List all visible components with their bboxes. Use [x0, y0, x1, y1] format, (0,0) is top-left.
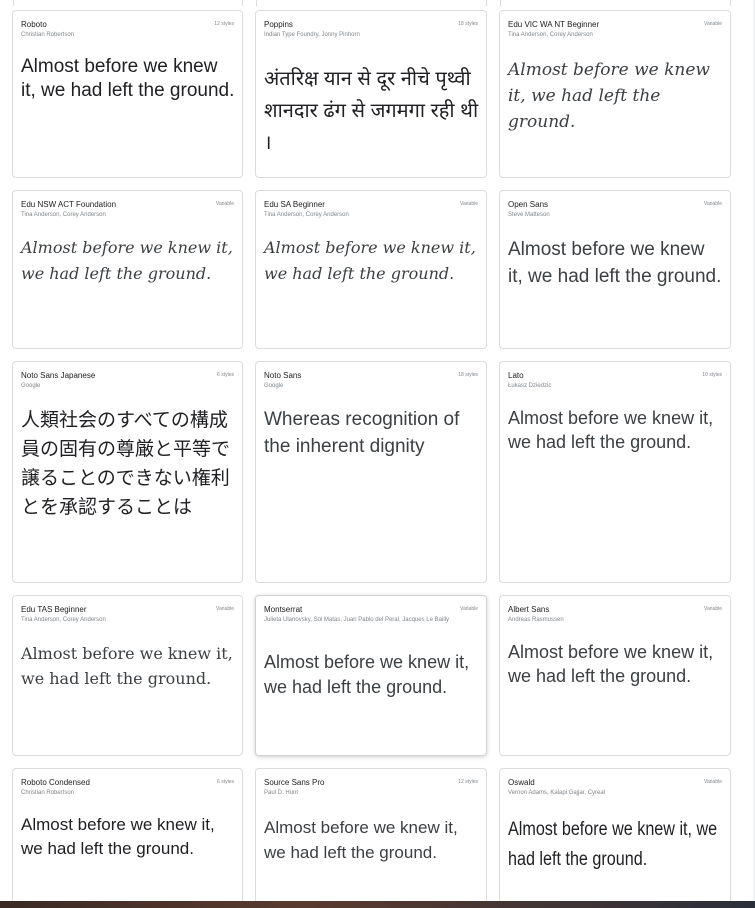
- font-name: Edu VIC WA NT Beginner: [508, 20, 600, 29]
- divider: [486, 0, 487, 6]
- font-sample-text: Almost before we knew it, we had left th…: [264, 652, 470, 697]
- styles-badge: Variable: [704, 201, 722, 207]
- font-sample-text: Almost before we knew it, we had left th…: [21, 238, 233, 283]
- divider: [242, 0, 243, 6]
- font-designer: Julieta Ulanovsky, Sol Matas, Juan Pablo…: [264, 617, 449, 623]
- font-name: Poppins: [264, 20, 293, 29]
- taskbar-edge: [0, 901, 755, 908]
- divider: [500, 0, 501, 6]
- styles-badge: Variable: [460, 201, 478, 207]
- font-card-open-sans[interactable]: Open Sans Steve Matteson Variable Almost…: [499, 190, 731, 349]
- styles-badge: 6 styles: [217, 372, 234, 378]
- font-card-edu-vic-wa-nt-beginner[interactable]: Edu VIC WA NT Beginner Tina Anderson, Co…: [499, 10, 731, 178]
- font-name: Noto Sans Japanese: [21, 371, 96, 380]
- font-name: Oswald: [508, 778, 535, 787]
- styles-badge: Variable: [460, 606, 478, 612]
- font-designer: Tina Anderson, Corey Anderson: [21, 212, 106, 218]
- styles-badge: 18 styles: [458, 21, 478, 27]
- font-designer: Łukasz Dziedzic: [508, 383, 552, 389]
- styles-badge: Variable: [704, 21, 722, 27]
- font-name: Montserrat: [264, 605, 303, 614]
- previous-row-edge: [0, 0, 755, 6]
- font-name: Edu SA Beginner: [264, 200, 325, 209]
- font-designer: Google: [264, 383, 284, 389]
- font-card-roboto-condensed[interactable]: Roboto Condensed Christian Robertson 6 s…: [12, 768, 243, 908]
- font-designer: Tina Anderson, Corey Anderson: [21, 617, 106, 623]
- font-sample-text: Almost before we knew it, we had left th…: [508, 239, 722, 287]
- font-name: Source Sans Pro: [264, 778, 325, 787]
- divider: [730, 0, 731, 6]
- font-name: Edu TAS Beginner: [21, 605, 87, 614]
- styles-badge: 10 styles: [702, 372, 722, 378]
- font-sample-text: Almost before we knew it, we had left th…: [508, 408, 714, 452]
- font-designer: Tina Anderson, Corey Anderson: [508, 32, 593, 38]
- font-sample-text: अंतरिक्ष यान से दूर नीचे पृथ्वी शानदार ढ…: [264, 68, 479, 154]
- font-name: Edu NSW ACT Foundation: [21, 200, 117, 209]
- font-card-lato[interactable]: Lato Łukasz Dziedzic 10 styles Almost be…: [499, 361, 731, 583]
- divider: [13, 0, 14, 6]
- font-sample-text-inner: Almost before we knew it, we had left th…: [508, 819, 718, 870]
- font-card-poppins[interactable]: Poppins Indian Type Foundry, Jonny Pinho…: [255, 10, 487, 178]
- font-designer: Christian Robertson: [21, 32, 75, 38]
- font-designer: Indian Type Foundry, Jonny Pinhorn: [264, 32, 360, 38]
- font-designer: Steve Matteson: [508, 212, 550, 218]
- font-name: Roboto: [21, 20, 47, 29]
- font-card-edu-sa-beginner[interactable]: Edu SA Beginner Tina Anderson, Corey And…: [255, 190, 487, 349]
- font-card-source-sans-pro[interactable]: Source Sans Pro Paul D. Hunt 12 styles A…: [255, 768, 487, 908]
- styles-badge: 12 styles: [214, 21, 234, 27]
- styles-badge: Variable: [216, 606, 234, 612]
- font-card-albert-sans[interactable]: Albert Sans Andreas Rasmussen Variable A…: [499, 595, 731, 756]
- font-sample-text: Almost before we knew it, we had left th…: [21, 815, 215, 858]
- font-designer: Vernon Adams, Kalapi Gajjar, Cyreal: [508, 790, 606, 796]
- font-name: Noto Sans: [264, 371, 302, 380]
- styles-badge: Variable: [704, 779, 722, 785]
- font-card-oswald[interactable]: Oswald Vernon Adams, Kalapi Gajjar, Cyre…: [499, 768, 731, 908]
- font-card-edu-nsw-act-foundation[interactable]: Edu NSW ACT Foundation Tina Anderson, Co…: [12, 190, 243, 349]
- styles-badge: 6 styles: [217, 779, 234, 785]
- font-sample-text: 人類社会のすべての構成員の固有の尊厳と平等で譲ることのできない権利とを承認するこ…: [21, 410, 231, 518]
- font-sample-text: Almost before we knew it, we had left th…: [264, 818, 458, 862]
- font-sample-text: Almost before we knew it, we had left th…: [508, 815, 724, 875]
- font-card-noto-sans[interactable]: Noto Sans Google 18 styles Whereas recog…: [255, 361, 487, 583]
- font-card-edu-tas-beginner[interactable]: Edu TAS Beginner Tina Anderson, Corey An…: [12, 595, 243, 756]
- styles-badge: 12 styles: [458, 779, 478, 785]
- font-designer: Tina Anderson, Corey Anderson: [264, 212, 349, 218]
- font-name: Albert Sans: [508, 605, 550, 614]
- font-designer: Andreas Rasmussen: [508, 617, 564, 623]
- styles-badge: Variable: [216, 201, 234, 207]
- font-designer: Paul D. Hunt: [264, 790, 299, 796]
- font-sample-text: Almost before we knew it, we had left th…: [264, 238, 476, 283]
- font-name: Lato: [508, 371, 524, 380]
- font-sample-text: Almost before we knew it, we had left th…: [508, 60, 710, 132]
- font-designer: Christian Robertson: [21, 790, 75, 796]
- font-name: Open Sans: [508, 200, 549, 209]
- font-sample-text: Almost before we knew it, we had left th…: [508, 642, 714, 686]
- styles-badge: Variable: [704, 606, 722, 612]
- font-sample-text: Whereas recognition of the inherent dign…: [264, 409, 460, 457]
- font-designer: Google: [21, 383, 41, 389]
- font-card-montserrat[interactable]: Montserrat Julieta Ulanovsky, Sol Matas,…: [255, 595, 487, 756]
- font-sample-text: Almost before we knew it, we had left th…: [21, 644, 233, 688]
- divider: [256, 0, 257, 6]
- font-name: Roboto Condensed: [21, 778, 90, 787]
- font-card-noto-sans-japanese[interactable]: Noto Sans Japanese Google 6 styles 人類社会の…: [12, 361, 243, 583]
- font-card-roboto[interactable]: Roboto Christian Robertson 12 styles Alm…: [12, 10, 243, 178]
- font-sample-text: Almost before we knew it, we had left th…: [21, 56, 235, 101]
- styles-badge: 18 styles: [458, 372, 478, 378]
